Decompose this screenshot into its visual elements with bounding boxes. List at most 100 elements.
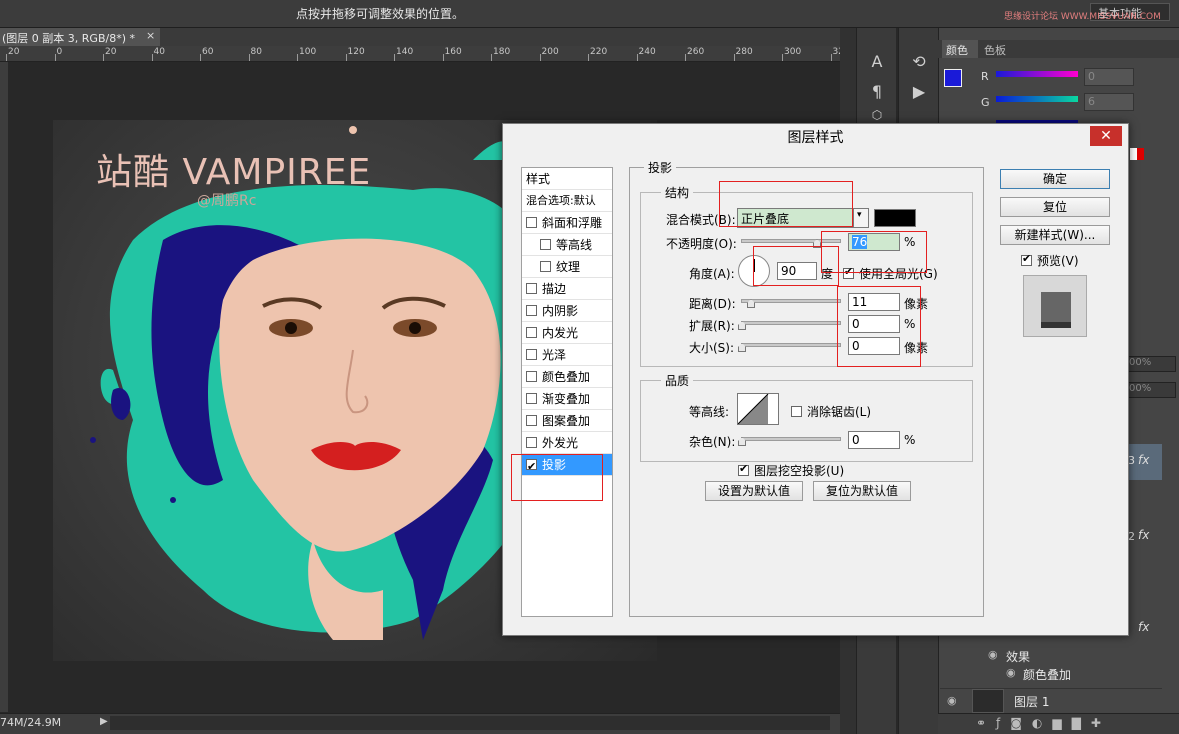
layer-name: 图层 1: [1014, 695, 1050, 709]
style-item[interactable]: 图案叠加: [522, 410, 612, 432]
style-item[interactable]: 等高线: [522, 234, 612, 256]
style-item[interactable]: 渐变叠加: [522, 388, 612, 410]
new-style-button[interactable]: 新建样式(W)...: [1000, 225, 1110, 245]
ruler-tick-label: 240: [638, 47, 656, 57]
horizontal-scrollbar[interactable]: [110, 716, 830, 730]
red-value-input[interactable]: 0: [1084, 68, 1134, 86]
character-panel-icon[interactable]: A: [862, 52, 892, 71]
reset-default-button[interactable]: 复位为默认值: [813, 481, 911, 501]
style-item-label: 纹理: [556, 260, 581, 274]
knockout-checkbox[interactable]: 图层挖空投影(U): [738, 462, 844, 479]
noise-input[interactable]: 0: [848, 431, 900, 449]
style-item[interactable]: 描边: [522, 278, 612, 300]
color-ramp[interactable]: [1130, 148, 1144, 160]
anti-alias-checkbox[interactable]: 消除锯齿(L): [791, 403, 871, 420]
ruler-tick-mark: [151, 54, 153, 61]
status-menu-icon[interactable]: ▶: [100, 716, 108, 727]
ruler-tick-mark: [782, 54, 783, 61]
checkbox[interactable]: [526, 305, 537, 316]
preview-checkbox[interactable]: 预览(V): [1021, 252, 1079, 269]
ruler-tick-mark: [733, 54, 735, 61]
ruler-tick-label: 40: [153, 47, 165, 57]
noise-slider-track[interactable]: [741, 437, 841, 441]
checkbox[interactable]: [1021, 252, 1032, 266]
styles-header[interactable]: 样式: [522, 168, 612, 190]
fx-icon[interactable]: fx: [1138, 528, 1149, 542]
ruler-tick-label: 320: [832, 47, 841, 57]
3d-panel-icon[interactable]: ⬡: [862, 108, 892, 122]
document-tab[interactable]: (图层 0 副本 3, RGB/8*) *: [0, 28, 160, 46]
annotation-box: [511, 454, 603, 501]
shadow-color-swatch[interactable]: [874, 209, 916, 227]
contour-picker[interactable]: [737, 393, 779, 425]
style-item[interactable]: 纹理: [522, 256, 612, 278]
green-slider[interactable]: [996, 96, 1078, 102]
blend-options-item[interactable]: 混合选项:默认: [522, 190, 612, 212]
style-item[interactable]: 光泽: [522, 344, 612, 366]
size-label: 大小(S):: [689, 341, 735, 355]
checkbox[interactable]: [791, 406, 802, 417]
chevron-down-icon[interactable]: ▾: [853, 208, 869, 228]
checkbox[interactable]: [526, 217, 537, 228]
opacity-value: 00%: [1129, 357, 1152, 368]
artwork-title: 站酷 VAMPIREE: [96, 152, 372, 193]
opacity-field[interactable]: 00%: [1128, 356, 1176, 372]
checkbox[interactable]: [526, 349, 537, 360]
ruler-tick-mark: [200, 54, 201, 61]
green-channel-label: G: [981, 96, 990, 109]
checkbox[interactable]: [526, 415, 537, 426]
ruler-tick-label: 160: [444, 47, 462, 57]
checkbox[interactable]: [526, 327, 537, 338]
close-icon[interactable]: ✕: [1090, 126, 1122, 146]
layer-row-layer1[interactable]: ◉ 图层 1: [940, 688, 1162, 713]
checkbox[interactable]: [526, 393, 537, 404]
spread-slider-track[interactable]: [741, 321, 841, 325]
ruler-tick-label: 100: [299, 47, 317, 57]
hint-text: 点按并拖移可调整效果的位置。: [296, 7, 465, 21]
layer-style-dialog: 图层样式 ✕ 样式 混合选项:默认 斜面和浮雕 等高线纹理描边 内阴影内发光光泽 颜色…: [502, 123, 1129, 636]
dialog-title: 图层样式: [787, 130, 844, 146]
fx-icon[interactable]: fx: [1138, 453, 1149, 467]
ok-button[interactable]: 确定: [1000, 169, 1110, 189]
contour-label: 等高线:: [689, 405, 730, 419]
tab-color[interactable]: 颜色: [942, 40, 978, 58]
layers-footer-icons[interactable]: ⚭ƒ◙◐▆▇✚: [938, 713, 1179, 734]
checkbox[interactable]: [526, 371, 537, 382]
tab-swatches[interactable]: 色板: [984, 42, 1006, 58]
style-item[interactable]: 内发光: [522, 322, 612, 344]
style-item[interactable]: 内阴影: [522, 300, 612, 322]
checkbox[interactable]: [540, 261, 551, 272]
style-item-label: 外发光: [542, 436, 579, 450]
checkbox[interactable]: [738, 462, 749, 476]
spread-label: 扩展(R):: [689, 319, 735, 333]
fill-field[interactable]: 00%: [1128, 382, 1176, 398]
distance-slider-track[interactable]: [741, 299, 841, 303]
ruler-tick-mark: [491, 54, 492, 61]
history-panel-icon[interactable]: ⟲: [904, 52, 934, 71]
noise-label: 杂色(N):: [689, 435, 736, 449]
reset-button[interactable]: 复位: [1000, 197, 1110, 217]
style-item-label: 内发光: [542, 326, 579, 340]
tab-close-icon[interactable]: ×: [146, 29, 155, 42]
checkbox[interactable]: [526, 437, 537, 448]
paragraph-panel-icon[interactable]: ¶: [862, 82, 892, 101]
effects-label: 效果: [1006, 650, 1031, 664]
ruler-tick-mark: [539, 54, 541, 61]
foreground-color-swatch[interactable]: [944, 69, 962, 87]
style-item[interactable]: 斜面和浮雕: [522, 212, 612, 234]
set-default-button[interactable]: 设置为默认值: [705, 481, 803, 501]
green-value-input[interactable]: 6: [1084, 93, 1134, 111]
red-slider[interactable]: [996, 71, 1078, 77]
red-channel-label: R: [981, 70, 989, 83]
checkbox[interactable]: [526, 283, 537, 294]
eye-icon[interactable]: ◉: [988, 648, 998, 661]
style-item[interactable]: 外发光: [522, 432, 612, 454]
checkbox[interactable]: [540, 239, 551, 250]
preview-label: 预览(V): [1037, 254, 1079, 268]
actions-panel-icon[interactable]: ▶: [904, 82, 934, 101]
eye-icon[interactable]: ◉: [947, 694, 957, 707]
size-slider-track[interactable]: [741, 343, 841, 347]
fx-icon[interactable]: fx: [1138, 620, 1149, 634]
eye-icon[interactable]: ◉: [1006, 666, 1016, 679]
style-item[interactable]: 颜色叠加: [522, 366, 612, 388]
